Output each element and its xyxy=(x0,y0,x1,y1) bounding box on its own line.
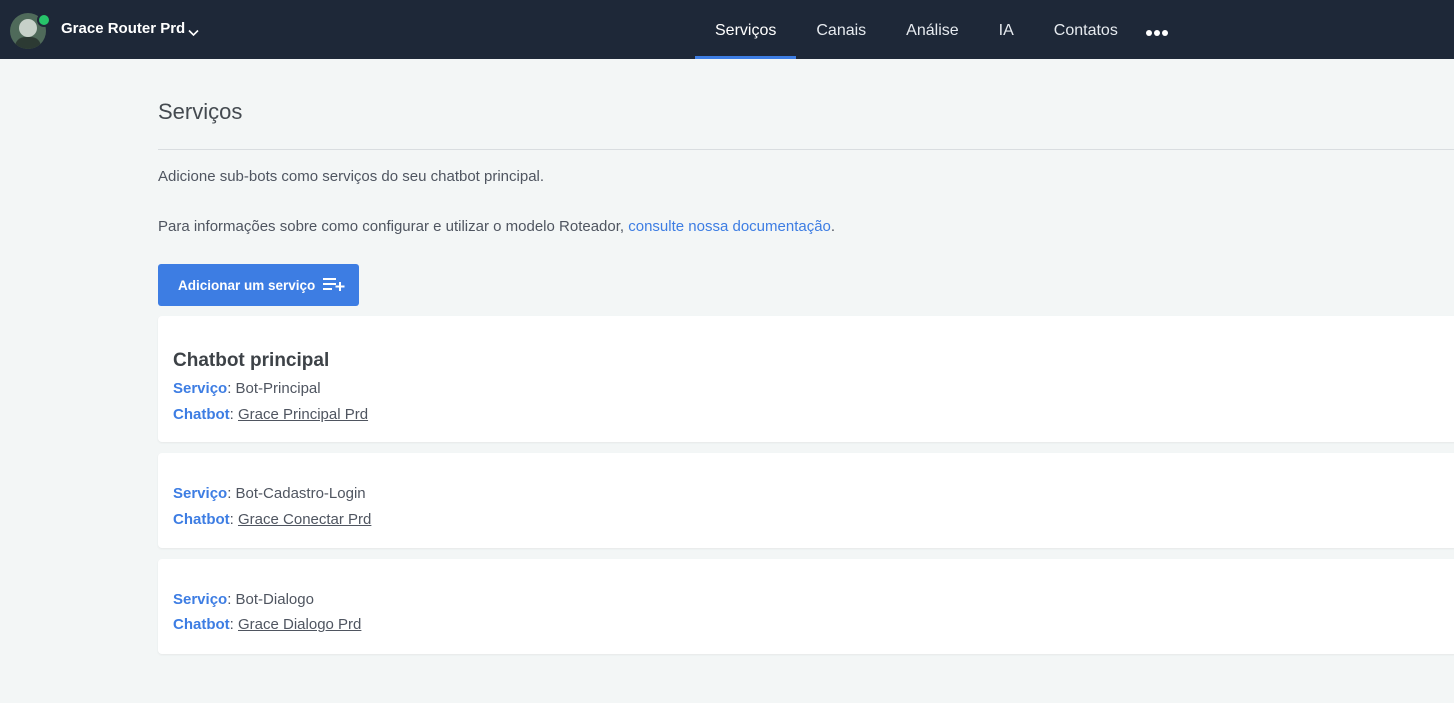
add-service-button[interactable]: Adicionar um serviço xyxy=(158,264,359,306)
chevron-down-icon[interactable] xyxy=(188,24,199,42)
chatbot-link[interactable]: Grace Principal Prd xyxy=(238,406,368,423)
service-row: Serviço: Bot-Principal xyxy=(173,380,321,397)
service-key: Serviço xyxy=(173,591,228,608)
documentation-info-text: Para informações sobre como configurar e… xyxy=(158,218,629,235)
sep: : xyxy=(229,406,238,423)
chatbot-key: Chatbot xyxy=(173,406,230,423)
main-nav: Serviços Canais Análise IA Contatos xyxy=(695,0,1138,59)
documentation-info-suffix: . xyxy=(830,218,836,235)
service-value: Bot-Principal xyxy=(235,380,321,397)
page-title: Serviços xyxy=(158,99,243,124)
card-title: Chatbot principal xyxy=(173,350,330,371)
tab-analise[interactable]: Análise xyxy=(886,0,978,59)
documentation-link[interactable]: consulte nossa documentação xyxy=(628,218,831,235)
chatbot-row: Chatbot: Grace Principal Prd xyxy=(173,406,368,423)
chatbot-key: Chatbot xyxy=(173,616,230,633)
service-key: Serviço xyxy=(173,380,228,397)
bot-name[interactable]: Grace Router Prd xyxy=(61,20,185,37)
tab-servicos[interactable]: Serviços xyxy=(695,0,797,59)
tab-ia[interactable]: IA xyxy=(979,0,1034,59)
divider xyxy=(158,149,1454,150)
sep: : xyxy=(229,616,238,633)
sep: : xyxy=(227,485,236,502)
service-card: Serviço: Bot-Cadastro-Login Chatbot: Gra… xyxy=(158,453,1454,548)
service-row: Serviço: Bot-Dialogo xyxy=(173,591,314,608)
chatbot-key: Chatbot xyxy=(173,511,230,528)
chatbot-row: Chatbot: Grace Dialogo Prd xyxy=(173,616,361,633)
sep: : xyxy=(227,591,236,608)
sep: : xyxy=(229,511,238,528)
page-description: Adicione sub-bots como serviços do seu c… xyxy=(158,168,545,185)
avatar-head-shape xyxy=(19,19,37,37)
tab-canais[interactable]: Canais xyxy=(796,0,886,59)
tab-contatos[interactable]: Contatos xyxy=(1034,0,1138,59)
service-key: Serviço xyxy=(173,485,228,502)
avatar-body-shape xyxy=(15,37,41,49)
documentation-info: Para informações sobre como configurar e… xyxy=(158,218,835,235)
top-navigation-bar: Grace Router Prd Serviços Canais Análise… xyxy=(0,0,1454,59)
service-value: Bot-Cadastro-Login xyxy=(235,485,366,502)
service-card-principal: Chatbot principal Serviço: Bot-Principal… xyxy=(158,316,1454,442)
playlist-add-icon xyxy=(323,277,345,294)
sep: : xyxy=(227,380,236,397)
chatbot-link[interactable]: Grace Conectar Prd xyxy=(238,511,371,528)
service-row: Serviço: Bot-Cadastro-Login xyxy=(173,485,366,502)
service-card: Serviço: Bot-Dialogo Chatbot: Grace Dial… xyxy=(158,559,1454,654)
ellipsis-icon[interactable] xyxy=(1146,25,1168,43)
chatbot-row: Chatbot: Grace Conectar Prd xyxy=(173,511,371,528)
chatbot-link[interactable]: Grace Dialogo Prd xyxy=(238,616,361,633)
service-value: Bot-Dialogo xyxy=(235,591,314,608)
online-status-indicator xyxy=(37,13,51,27)
add-service-button-label: Adicionar um serviço xyxy=(178,277,316,293)
